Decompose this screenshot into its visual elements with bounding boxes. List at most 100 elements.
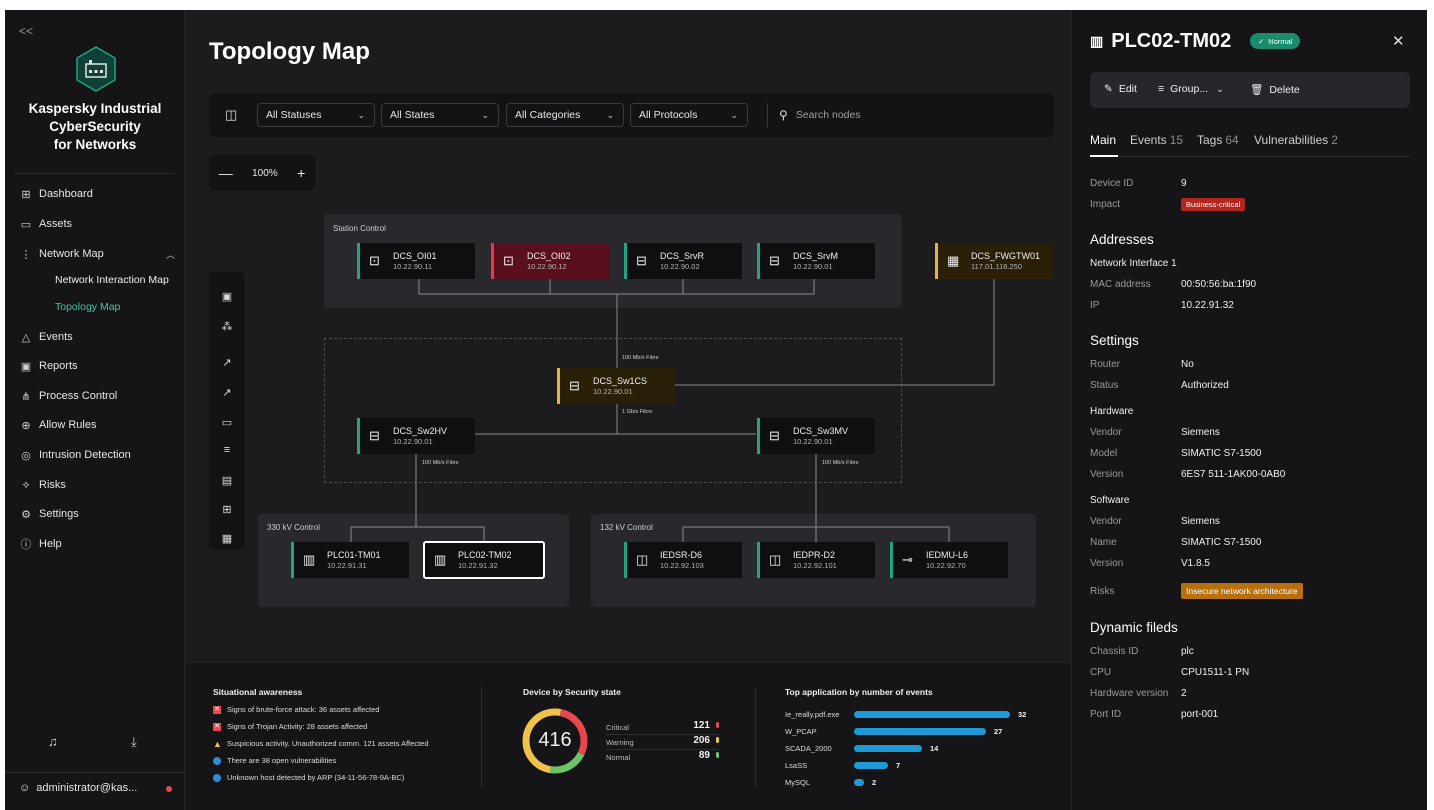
gear-icon: ⚙ — [21, 508, 31, 521]
severity-value: 121 — [693, 720, 710, 731]
sw-vendor-value: Siemens — [1181, 516, 1220, 527]
info-icon — [213, 756, 221, 765]
app-window: << Kaspersky Industrial CyberSecurity fo… — [5, 10, 1427, 810]
bell-icon[interactable]: ♫ — [48, 734, 58, 749]
tab-tags[interactable]: Tags 64 — [1197, 133, 1239, 147]
alert-item[interactable]: ✕ Signs of Trojan Activity: 28 assets aff… — [213, 722, 367, 731]
section-title: Settings — [1090, 333, 1139, 348]
sidebar-item-risks[interactable]: ⟡ Risks — [5, 472, 185, 498]
node-dcs-srvm[interactable]: ⊟ DCS_SrvM 10.22.90.01 — [757, 243, 875, 279]
node-dcs-oi02[interactable]: ⊡ DCS_OI02 10.22.90.12 — [491, 243, 609, 279]
sidebar-item-events[interactable]: △ Events — [5, 324, 185, 350]
sidebar-item-allow-rules[interactable]: ⊕ Allow Rules — [5, 412, 185, 438]
edit-button[interactable]: ✎ Edit — [1104, 83, 1137, 95]
node-dcs-oi01[interactable]: ⊡ DCS_OI01 10.22.90.11 — [357, 243, 475, 279]
monitor-icon: ⊡ — [369, 253, 380, 268]
normal-dot — [716, 752, 719, 758]
group-button[interactable]: ≡ Group... ⌄ — [1158, 83, 1224, 95]
app-label: SCADA_2000 — [785, 744, 832, 753]
chevron-down-icon: ⌄ — [1216, 83, 1224, 94]
active-tab-indicator — [1090, 155, 1118, 157]
alert-item[interactable]: ✕ Signs of brute-force attack: 36 assets … — [213, 705, 379, 714]
section-title: Dynamic fileds — [1090, 620, 1178, 635]
tab-vulnerabilities[interactable]: Vulnerabilities 2 — [1254, 133, 1338, 147]
delete-button[interactable]: 🗑 Delete — [1250, 83, 1300, 97]
link-label: 100 Mb/s Fibre — [422, 460, 459, 466]
field-label: Model — [1090, 448, 1118, 459]
field-label: Hardware version — [1090, 688, 1169, 699]
node-dcs-fwgtw01[interactable]: ▦ DCS_FWGTW01 117.01.116.250 — [935, 243, 1053, 279]
divider — [755, 687, 756, 787]
field-label: Status — [1090, 380, 1119, 391]
sidebar-item-intrusion-detection[interactable]: ◎ Intrusion Detection — [5, 442, 185, 468]
sidebar-item-topology-map[interactable]: Topology Map — [23, 294, 203, 320]
trash-icon: 🗑 — [1250, 84, 1264, 96]
app-value: 32 — [1018, 710, 1027, 719]
sidebar-item-help[interactable]: ⓘ Help — [5, 531, 185, 557]
app-label: W_PCAP — [785, 727, 817, 736]
link-label: 100 Mb/s Fibre — [822, 460, 859, 466]
sw-name-value: SIMATIC S7-1500 — [1181, 537, 1262, 548]
group-icon: ≡ — [1158, 83, 1165, 95]
risk-badge: Insecure network architecture — [1181, 583, 1303, 599]
alert-item[interactable]: Unknown host detected by ARP (34-11-56-7… — [213, 773, 404, 782]
subsection-title: Hardware — [1090, 406, 1134, 417]
sidebar-item-process-control[interactable]: ⋔ Process Control — [5, 383, 185, 409]
alert-item[interactable]: There are 38 open vulnerabilities — [213, 756, 336, 765]
user-menu[interactable]: ☺ administrator@kas... — [19, 782, 137, 794]
severity-label: Warning — [606, 738, 634, 747]
tab-main[interactable]: Main — [1090, 133, 1116, 147]
firewall-icon: ▦ — [947, 253, 960, 268]
field-label: CPU — [1090, 667, 1112, 678]
monitor-icon: ⊡ — [503, 253, 514, 268]
sidebar-item-dashboard[interactable]: ⊞ Dashboard — [5, 181, 185, 207]
tab-events[interactable]: Events 15 — [1130, 133, 1183, 147]
app-bar — [854, 762, 888, 769]
node-iedsr-d6[interactable]: ◫ IEDSR-D6 10.22.92.103 — [624, 542, 742, 578]
ied-icon: ◫ — [636, 552, 649, 567]
divider — [481, 687, 482, 787]
node-dcs-sw1cs[interactable]: ⊟ DCS_Sw1CS 10.22.90.01 — [557, 368, 675, 404]
field-label: Impact — [1090, 199, 1121, 210]
detail-tabs: Main Events 15 Tags 64 Vulnerabilities 2 — [1090, 133, 1410, 157]
warning-icon: ▲ — [213, 738, 222, 749]
node-dcs-sw2hv[interactable]: ⊟ DCS_Sw2HV 10.22.90.01 — [357, 418, 475, 454]
critical-icon: ✕ — [213, 722, 221, 731]
app-bar — [854, 745, 922, 752]
subsection-title: Network Interface 1 — [1090, 258, 1177, 269]
help-icon: ⓘ — [20, 539, 32, 551]
field-label: Vendor — [1090, 516, 1122, 527]
switch-icon: ⊟ — [369, 428, 380, 443]
node-iedpr-d2[interactable]: ◫ IEDPR-D2 10.22.92.101 — [757, 542, 875, 578]
sidebar-item-network-map[interactable]: ⋮ Network Map ︿ — [5, 241, 185, 267]
sidebar-item-assets[interactable]: ▭ Assets — [5, 211, 185, 237]
field-label: Port ID — [1090, 709, 1122, 720]
download-icon[interactable]: ⤓ — [131, 734, 137, 750]
close-button[interactable]: ✕ — [1392, 32, 1405, 50]
sidebar-item-reports[interactable]: ▣ Reports — [5, 353, 185, 379]
warning-dot — [716, 737, 719, 743]
collapse-sidebar-button[interactable]: << — [19, 24, 33, 38]
alert-item[interactable]: ▲ Suspicious activity. Unauthorized comm.… — [213, 739, 429, 748]
divider — [5, 772, 185, 773]
field-label: Version — [1090, 558, 1124, 569]
node-plc01-tm01[interactable]: ▥ PLC01-TM01 10.22.91.31 — [291, 542, 409, 578]
reports-icon: ▣ — [20, 360, 32, 373]
hw-version-value: 6ES7 511-1AK00-0AB0 — [1181, 469, 1286, 480]
dashboard-strip: Situational awareness ✕ Signs of brute-fo… — [186, 662, 1071, 810]
sidebar-item-network-interaction-map[interactable]: Network Interaction Map — [23, 267, 203, 293]
node-dcs-srvr[interactable]: ⊟ DCS_SrvR 10.22.90.02 — [624, 243, 742, 279]
node-iedmu-l6[interactable]: ⊸ IEDMU-L6 10.22.92.70 — [890, 542, 1008, 578]
app-label: MySQL — [785, 778, 811, 787]
app-value: 27 — [994, 727, 1003, 736]
main-content: Topology Map ◫ All Statuses ⌄ All States ⌄… — [186, 10, 1071, 810]
node-plc02-tm02[interactable]: ▥ PLC02-TM02 10.22.91.32 — [423, 541, 545, 579]
sidebar-item-settings[interactable]: ⚙ Settings — [5, 501, 185, 527]
severity-value: 206 — [693, 735, 710, 746]
app-bar — [854, 711, 1010, 718]
node-dcs-sw3mv[interactable]: ⊟ DCS_Sw3MV 10.22.90.01 — [757, 418, 875, 454]
situational-awareness-title: Situational awareness — [213, 687, 303, 697]
app-label: LsaSS — [785, 761, 808, 770]
plc-icon: ▥ — [1090, 33, 1104, 49]
impact-badge: Business-critical — [1181, 198, 1246, 211]
